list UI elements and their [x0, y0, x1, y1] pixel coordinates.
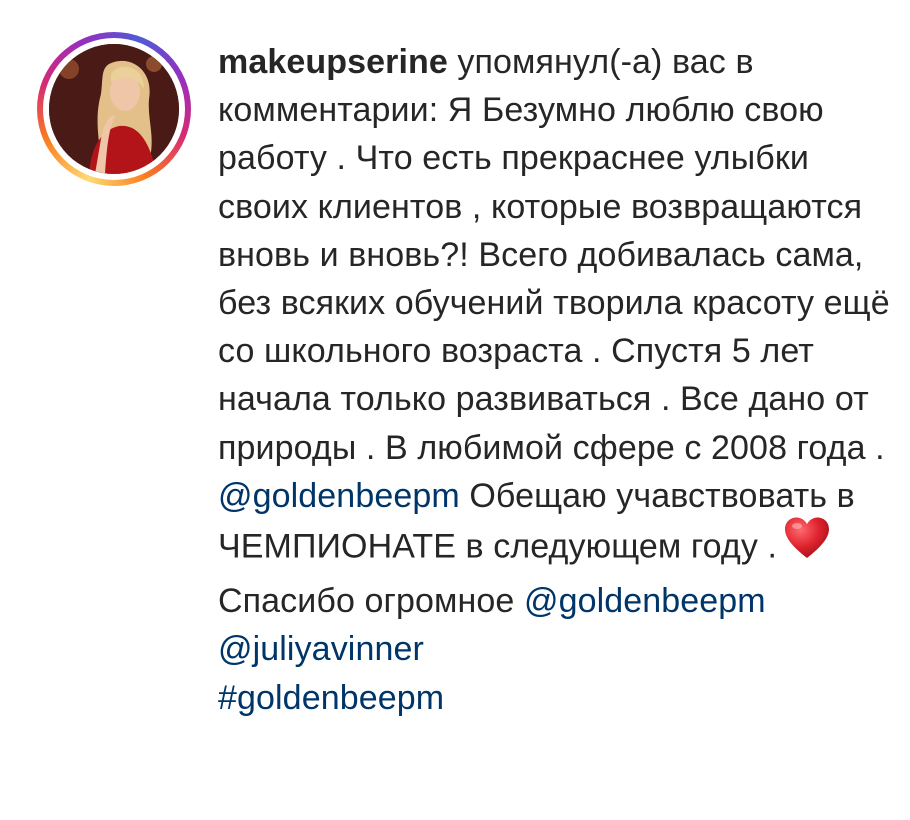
comment-paragraph-5: #goldenbeepm — [218, 674, 898, 722]
avatar-frame — [43, 38, 185, 180]
username-link[interactable]: makeupserine — [218, 43, 448, 81]
comment-paragraph-3: Спасибо огромное @goldenbeepm — [218, 577, 898, 625]
comment-body: Я Безумно люблю свою работу . Что есть п… — [218, 91, 890, 467]
comment-paragraph-4: @juliyavinner — [218, 625, 898, 673]
thanks-text: Спасибо огромное — [218, 582, 524, 621]
mention-notification[interactable]: makeupserine упомянул(-а) вас в коммента… — [0, 0, 910, 820]
avatar[interactable] — [49, 44, 179, 174]
red-heart-icon — [783, 516, 831, 573]
comment-text: makeupserine упомянул(-а) вас в коммента… — [218, 38, 898, 722]
comment-paragraph-2: @goldenbeepm Обещаю учавствовать в ЧЕМПИ… — [218, 472, 898, 577]
avatar-photo — [49, 44, 179, 174]
hashtag-link[interactable]: #goldenbeepm — [218, 679, 444, 717]
mention-link[interactable]: @goldenbeepm — [524, 582, 766, 620]
story-ring[interactable] — [37, 32, 191, 186]
mention-link[interactable]: @goldenbeepm — [218, 477, 460, 515]
comment-paragraph-1: makeupserine упомянул(-а) вас в коммента… — [218, 38, 898, 472]
mention-link[interactable]: @juliyavinner — [218, 630, 424, 668]
